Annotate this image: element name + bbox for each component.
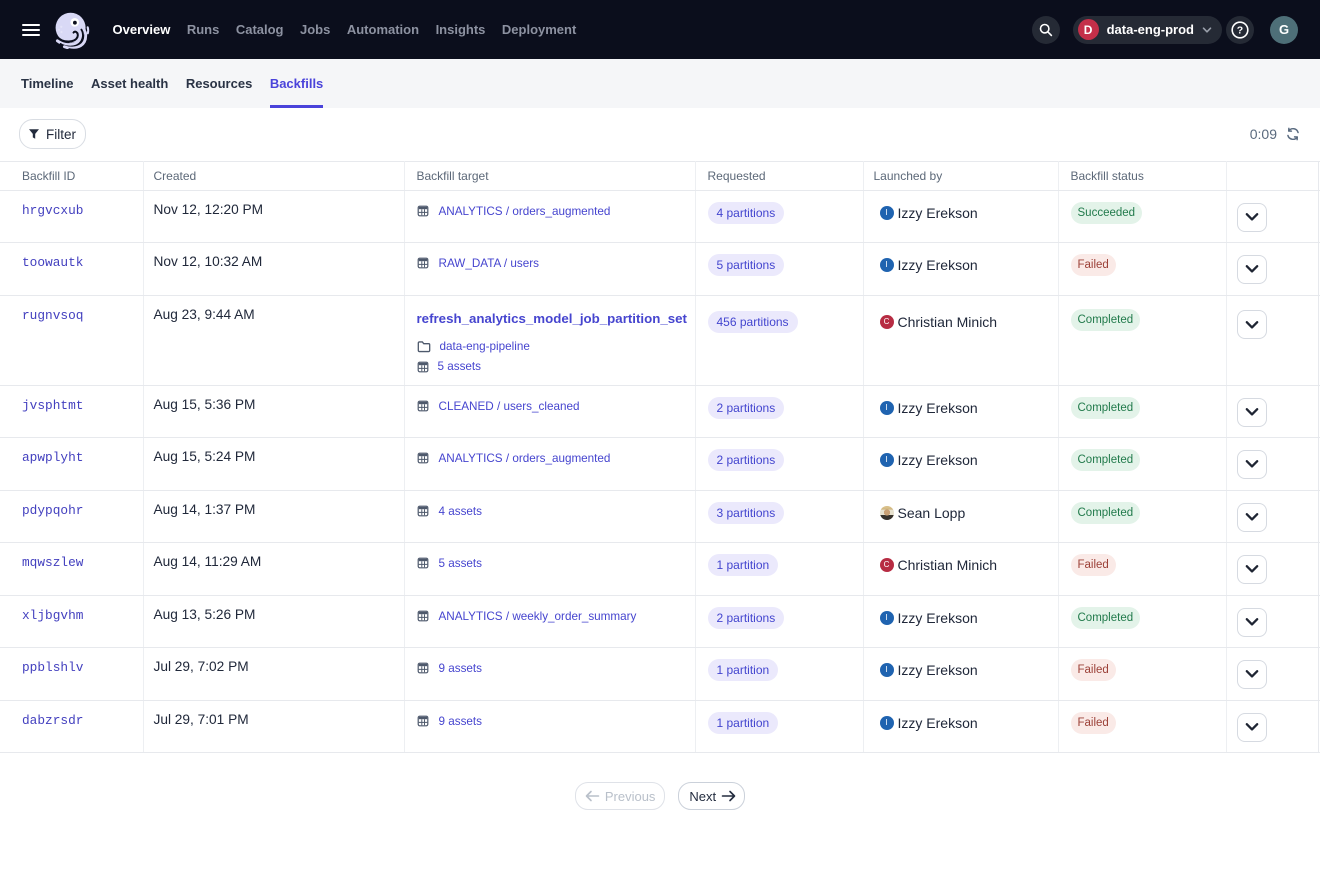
svg-text:?: ? [1237, 24, 1243, 36]
